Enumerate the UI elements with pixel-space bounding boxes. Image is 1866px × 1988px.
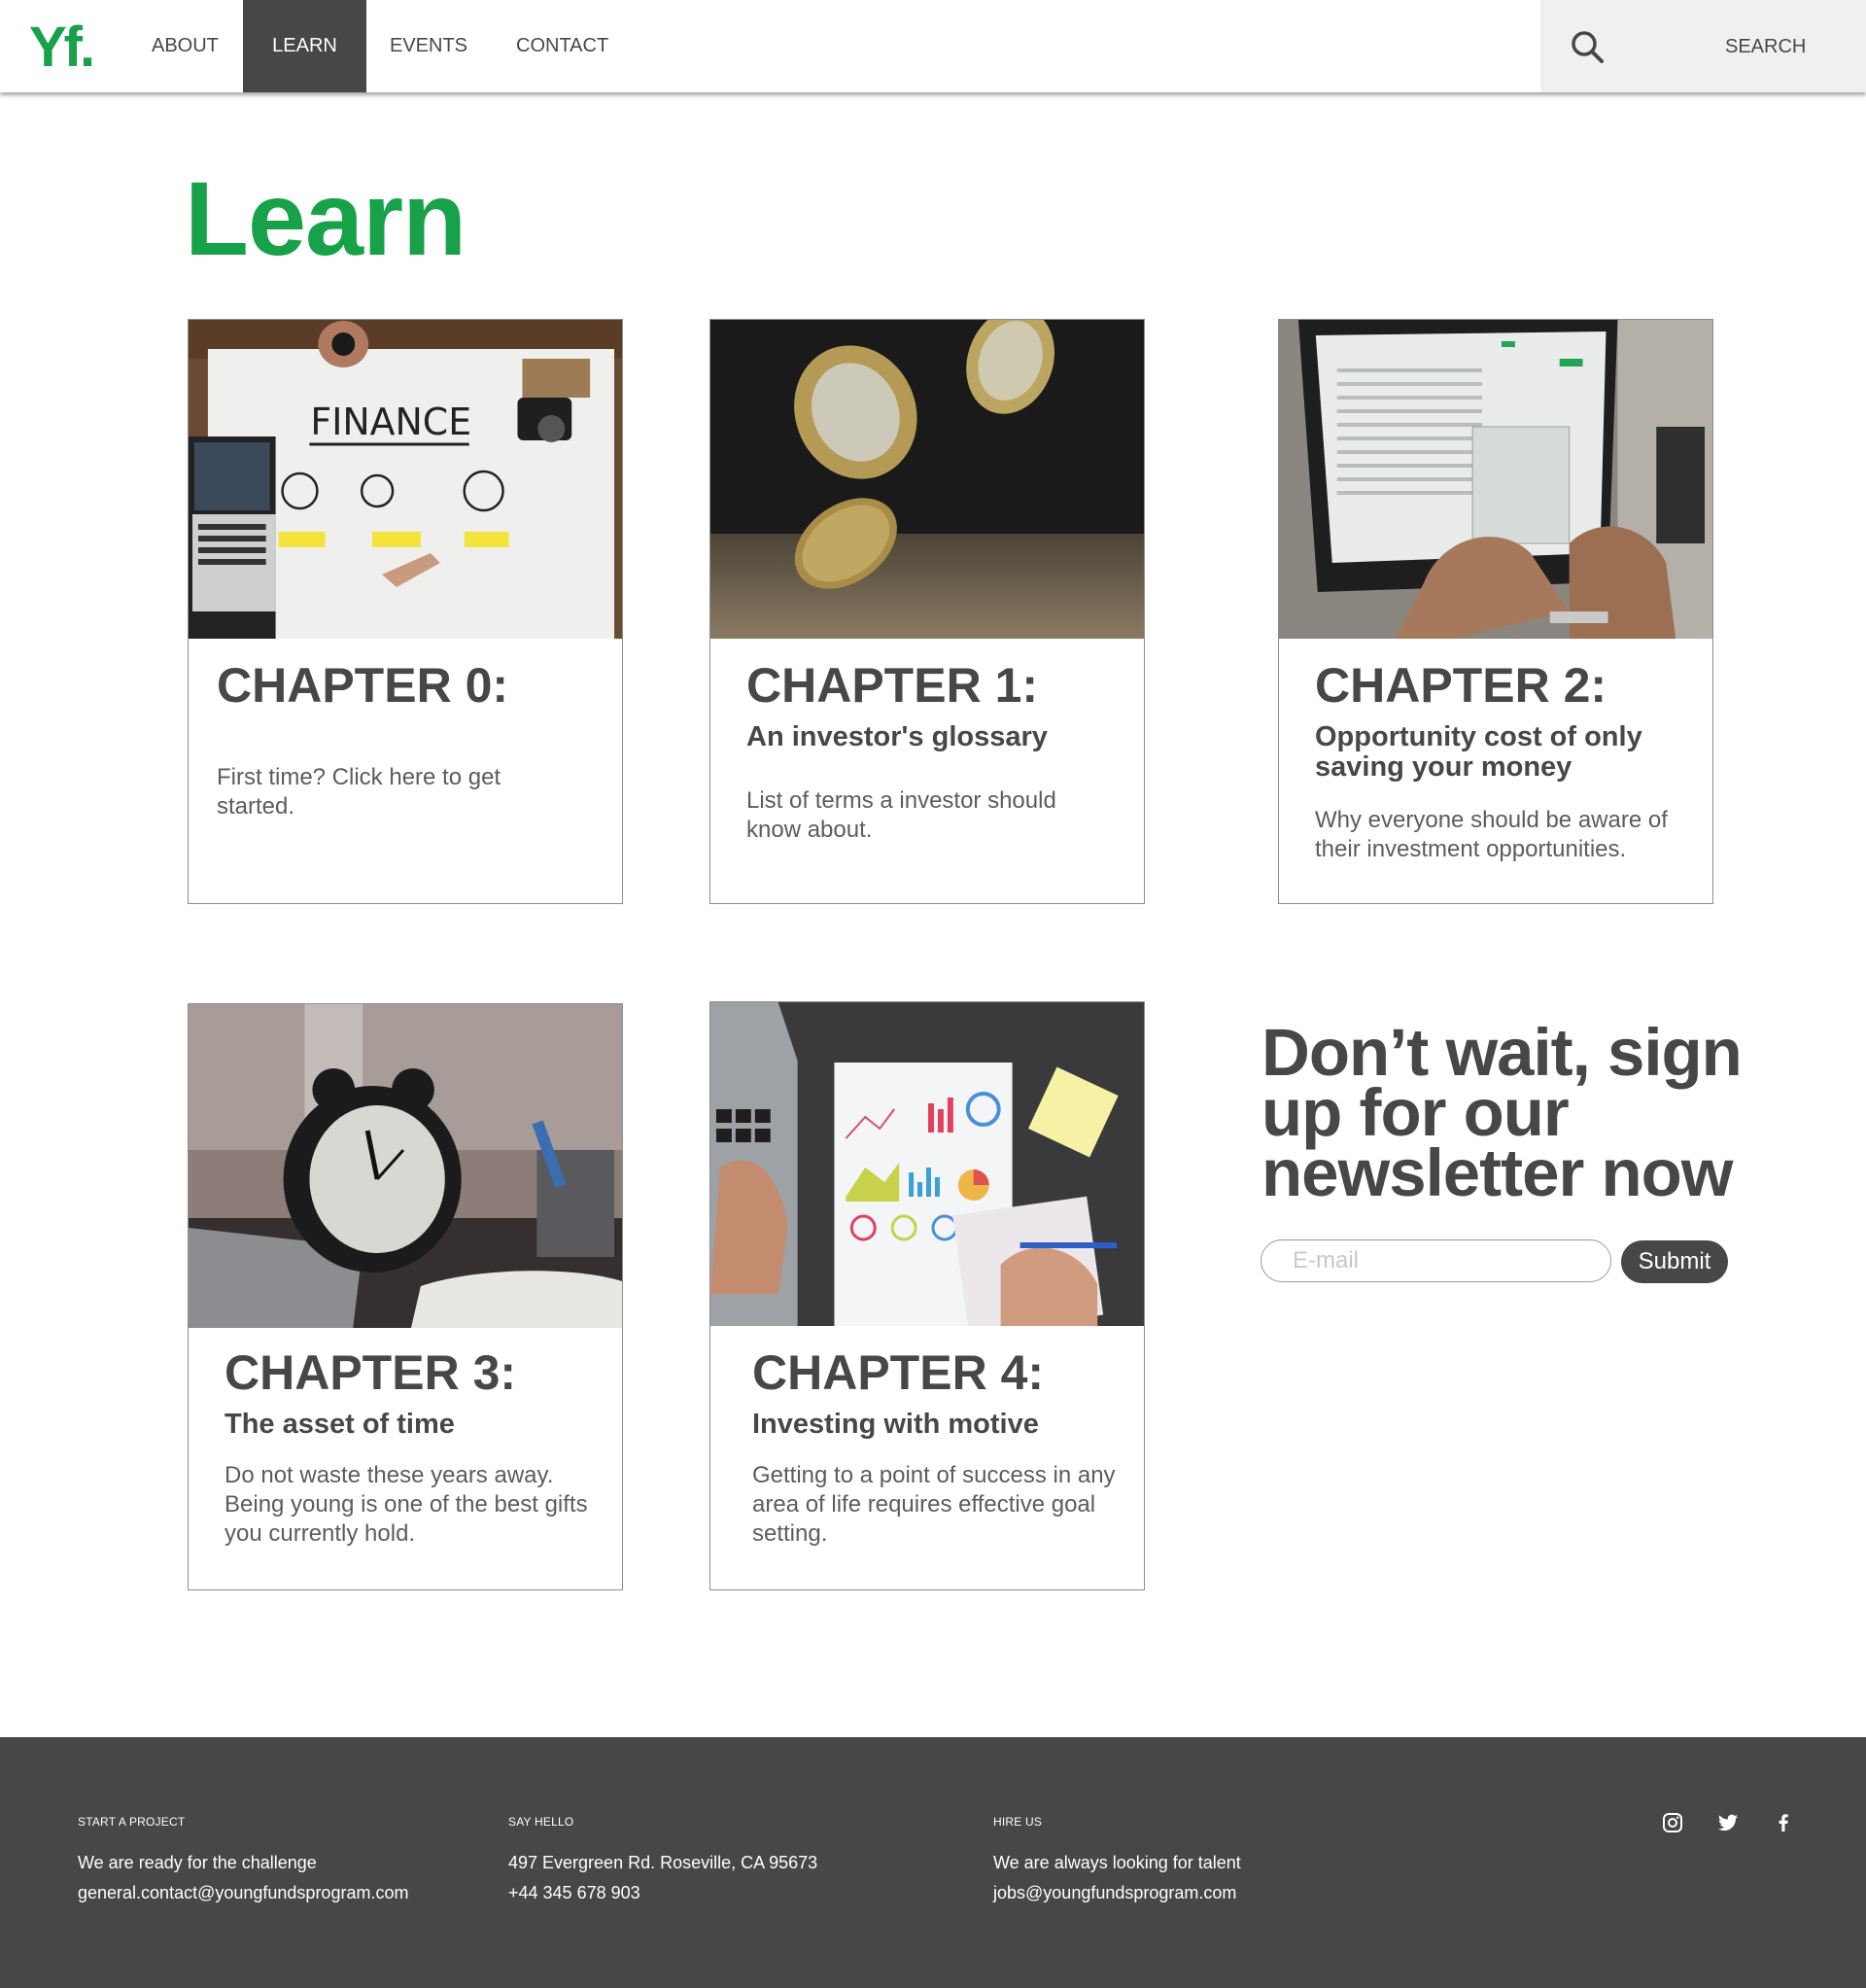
logo[interactable]: Yf.	[29, 16, 95, 80]
chapter-description: Getting to a point of success in any are…	[752, 1462, 1116, 1547]
footer-email-link[interactable]: general.contact@youngfundsprogram.com	[78, 1883, 408, 1903]
nav-item-learn[interactable]: LEARN	[243, 0, 366, 92]
chapter-description: List of terms a investor should know abo…	[746, 787, 1056, 843]
chapter-card-1[interactable]: CHAPTER 1: An investor's glossary List o…	[709, 319, 1145, 904]
footer-heading-hire-us: HIRE US	[993, 1815, 1043, 1829]
search-label[interactable]: SEARCH	[1725, 36, 1806, 58]
chapter-subtitle: Investing with motive	[752, 1409, 1039, 1440]
chapter-card-2[interactable]: CHAPTER 2: Opportunity cost of only savi…	[1278, 319, 1713, 904]
top-navigation: Yf. ABOUT LEARN EVENTS CONTACT SEARCH	[0, 0, 1866, 92]
footer-heading-start-project: START A PROJECT	[78, 1815, 186, 1829]
chapter-heading: CHAPTER 2:	[1315, 658, 1607, 713]
nav-item-contact[interactable]: CONTACT	[516, 0, 608, 92]
search-box[interactable]: SEARCH	[1540, 0, 1866, 92]
chapter-card-4[interactable]: CHAPTER 4: Investing with motive Getting…	[709, 1001, 1145, 1590]
newsletter-title: Don’t wait, sign up for our newsletter n…	[1261, 1015, 1743, 1210]
chapter-card-3[interactable]: CHAPTER 3: The asset of time Do not wast…	[188, 1003, 623, 1590]
finance-sketch-image: FINANCE	[189, 320, 622, 639]
email-field[interactable]	[1261, 1239, 1611, 1282]
submit-button[interactable]: Submit	[1621, 1240, 1728, 1283]
twitter-icon[interactable]	[1716, 1811, 1740, 1834]
chapter-description: Do not waste these years away. Being you…	[225, 1462, 588, 1547]
chapter-subtitle: Opportunity cost of only saving your mon…	[1315, 721, 1642, 783]
page-title: Learn	[185, 159, 466, 277]
chapter-description: First time? Click here to get started.	[217, 764, 501, 820]
instagram-icon[interactable]	[1661, 1811, 1684, 1834]
footer-jobs-email-link[interactable]: jobs@youngfundsprogram.com	[993, 1883, 1236, 1903]
facebook-icon[interactable]	[1772, 1811, 1795, 1834]
nav-item-about[interactable]: ABOUT	[152, 0, 219, 92]
svg-text:FINANCE: FINANCE	[310, 401, 471, 443]
charts-desk-image	[710, 1002, 1144, 1326]
chapter-description: Why everyone should be aware of their in…	[1315, 807, 1668, 862]
chapter-heading: CHAPTER 0:	[217, 658, 509, 713]
footer-phone[interactable]: +44 345 678 903	[508, 1883, 640, 1903]
footer-text: We are always looking for talent	[993, 1853, 1241, 1872]
laptop-typing-image	[1279, 320, 1712, 639]
footer-address: 497 Evergreen Rd. Roseville, CA 95673	[508, 1853, 818, 1872]
chapter-subtitle: The asset of time	[225, 1409, 455, 1440]
footer: START A PROJECT We are ready for the cha…	[0, 1737, 1866, 1988]
chapter-subtitle: An investor's glossary	[746, 721, 1048, 752]
footer-text: We are ready for the challenge	[78, 1853, 317, 1872]
chapter-heading: CHAPTER 1:	[746, 658, 1039, 713]
chapter-card-0[interactable]: FINANCE CHAPTER 0: First time? Click her…	[188, 319, 623, 904]
search-icon[interactable]	[1570, 29, 1605, 64]
footer-heading-say-hello: SAY HELLO	[508, 1815, 574, 1829]
chapter-heading: CHAPTER 3:	[225, 1345, 517, 1400]
falling-coins-image	[710, 320, 1144, 639]
alarm-clock-image	[189, 1004, 622, 1328]
nav-item-events[interactable]: EVENTS	[390, 0, 467, 92]
chapter-heading: CHAPTER 4:	[752, 1345, 1045, 1400]
